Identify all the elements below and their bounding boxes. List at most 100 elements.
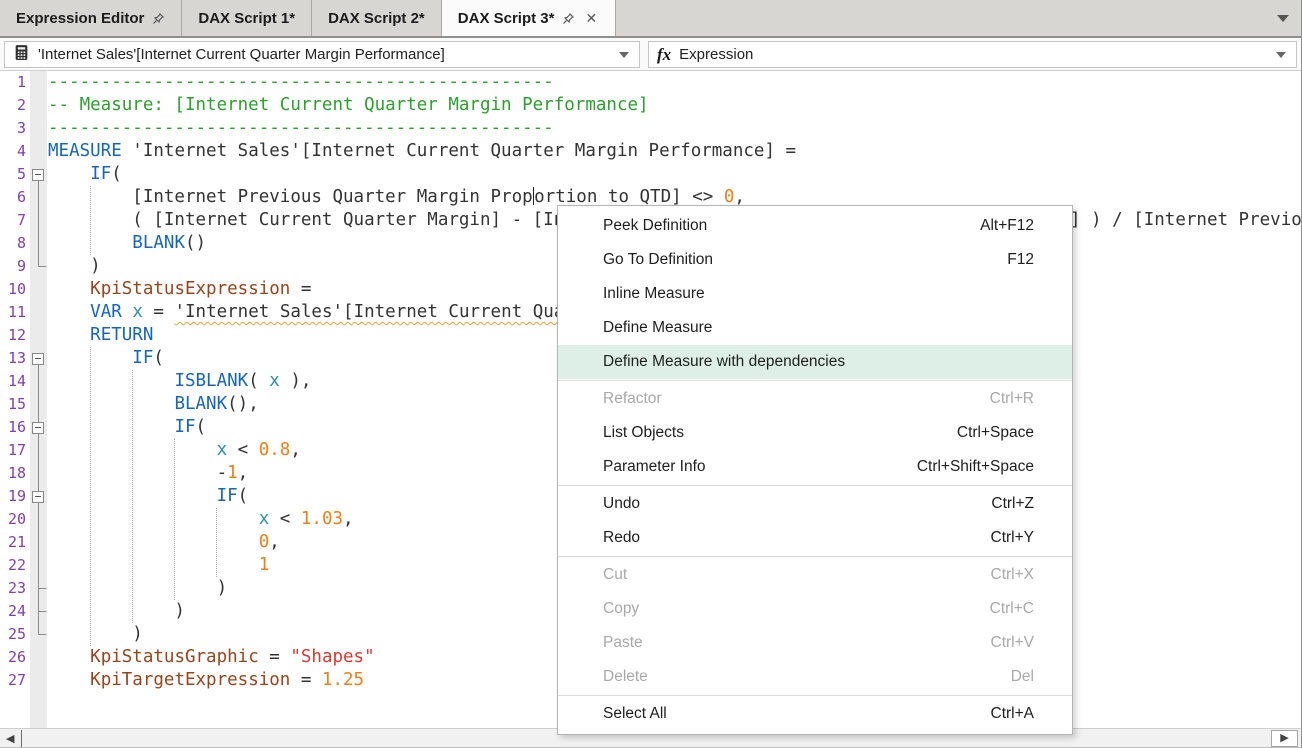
fold-collapse-box[interactable] [32,169,44,181]
line-number: 17 [0,439,26,462]
code-token: ( [196,417,207,437]
menu-item-peek-definition[interactable]: Peek DefinitionAlt+F12 [558,209,1072,243]
code-token: = [290,279,311,299]
close-icon[interactable]: ✕ [583,10,599,27]
code-token: 1.03 [301,509,343,529]
menu-item-parameter-info[interactable]: Parameter InfoCtrl+Shift+Space [558,450,1072,484]
code-token: 0 [259,532,270,552]
menu-item-label: Parameter Info [603,458,917,476]
code-token [48,279,90,299]
menu-separator [558,556,1072,557]
tab-expression-editor[interactable]: Expression Editor [0,0,182,36]
menu-item-shortcut: Alt+F12 [980,217,1034,235]
menu-item-define-measure[interactable]: Define Measure [558,311,1072,345]
code-line-18[interactable]: -1, [48,462,248,485]
menu-item-label: Refactor [603,390,990,408]
code-line-8[interactable]: BLANK() [48,232,206,255]
code-line-4[interactable]: MEASURE 'Internet Sales'[Internet Curren… [48,140,796,163]
code-token: IF [174,417,195,437]
code-token [122,302,133,322]
code-line-24[interactable]: ) [48,600,185,623]
scroll-right-arrow-icon[interactable]: ▶ [1271,730,1298,747]
menu-item-define-measure-with-dependencies[interactable]: Define Measure with dependencies [558,345,1072,379]
tab-label: DAX Script 3* [458,10,555,27]
tab-dax-script-2[interactable]: DAX Script 2* [312,0,442,36]
code-line-23[interactable]: ) [48,577,227,600]
code-line-15[interactable]: BLANK(), [48,393,259,416]
menu-item-label: Paste [603,634,991,652]
code-token: x [259,509,270,529]
menu-item-inline-measure[interactable]: Inline Measure [558,277,1072,311]
code-token: KpiTargetExpression [90,670,290,690]
code-line-16[interactable]: IF( [48,416,206,439]
line-number: 27 [0,669,26,692]
code-token: < [227,440,259,460]
menu-item-redo[interactable]: RedoCtrl+Y [558,521,1072,555]
menu-separator [558,485,1072,486]
code-token: ) [48,601,185,621]
menu-item-label: Go To Definition [603,251,1007,269]
tab-dax-script-1[interactable]: DAX Script 1* [182,0,312,36]
menu-item-select-all[interactable]: Select AllCtrl+A [558,697,1072,731]
code-token: , [734,187,745,207]
code-line-14[interactable]: ISBLANK( x ), [48,370,311,393]
code-token [48,532,259,552]
code-line-26[interactable]: KpiStatusGraphic = "Shapes" [48,646,375,669]
chevron-down-icon[interactable] [1276,52,1286,58]
code-token [48,164,90,184]
code-line-10[interactable]: KpiStatusExpression = [48,278,311,301]
code-token: 0.8 [259,440,291,460]
code-line-19[interactable]: IF( [48,485,248,508]
code-line-3[interactable]: ----------------------------------------… [48,117,554,140]
code-token: (), [227,394,259,414]
menu-item-go-to-definition[interactable]: Go To DefinitionF12 [558,243,1072,277]
menu-item-label: Define Measure [603,319,1034,337]
code-line-1[interactable]: ----------------------------------------… [48,71,554,94]
line-number: 21 [0,531,26,554]
code-line-2[interactable]: -- Measure: [Internet Current Quarter Ma… [48,94,649,117]
line-number: 23 [0,577,26,600]
code-token: , [343,509,354,529]
code-line-22[interactable]: 1 [48,554,269,577]
code-line-5[interactable]: IF( [48,163,122,186]
line-number: 8 [0,232,26,255]
pin-icon[interactable] [152,12,165,25]
pin-icon[interactable] [562,12,575,25]
menu-item-shortcut: Ctrl+X [991,566,1035,584]
code-line-21[interactable]: 0, [48,531,280,554]
fold-collapse-box[interactable] [32,422,44,434]
tab-overflow-chevron-down-icon[interactable] [1277,15,1289,22]
menu-item-cut: CutCtrl+X [558,558,1072,592]
code-token: = [143,302,175,322]
fold-collapse-box[interactable] [32,353,44,365]
expression-selector-dropdown[interactable]: fx Expression [648,41,1297,68]
line-number: 1 [0,71,26,94]
menu-item-list-objects[interactable]: List ObjectsCtrl+Space [558,416,1072,450]
code-line-13[interactable]: IF( [48,347,164,370]
code-line-20[interactable]: x < 1.03, [48,508,354,531]
measure-selector-dropdown[interactable]: 'Internet Sales'[Internet Current Quarte… [4,41,640,68]
calculator-icon [13,44,30,65]
menu-item-undo[interactable]: UndoCtrl+Z [558,487,1072,521]
code-line-25[interactable]: ) [48,623,143,646]
scroll-left-arrow-icon[interactable]: ◀ [6,732,14,745]
menu-item-label: Redo [603,529,991,547]
code-line-27[interactable]: KpiTargetExpression = 1.25 [48,669,364,692]
code-token: 1 [227,463,238,483]
code-token: "Shapes" [290,647,374,667]
code-token: , [290,440,301,460]
code-line-9[interactable]: ) [48,255,101,278]
fold-collapse-box[interactable] [32,491,44,503]
expression-selector-value: Expression [679,46,1268,63]
code-token: 1.25 [322,670,364,690]
tab-dax-script-3[interactable]: DAX Script 3* ✕ [442,0,616,36]
indent-guide [174,439,175,600]
chevron-down-icon[interactable] [619,52,629,58]
code-token: () [185,233,206,253]
code-line-12[interactable]: RETURN [48,324,153,347]
code-token [48,555,259,575]
code-token: IF [90,164,111,184]
menu-item-copy: CopyCtrl+C [558,592,1072,626]
menu-item-shortcut: Ctrl+Space [957,424,1034,442]
context-menu: Peek DefinitionAlt+F12Go To DefinitionF1… [557,205,1073,735]
